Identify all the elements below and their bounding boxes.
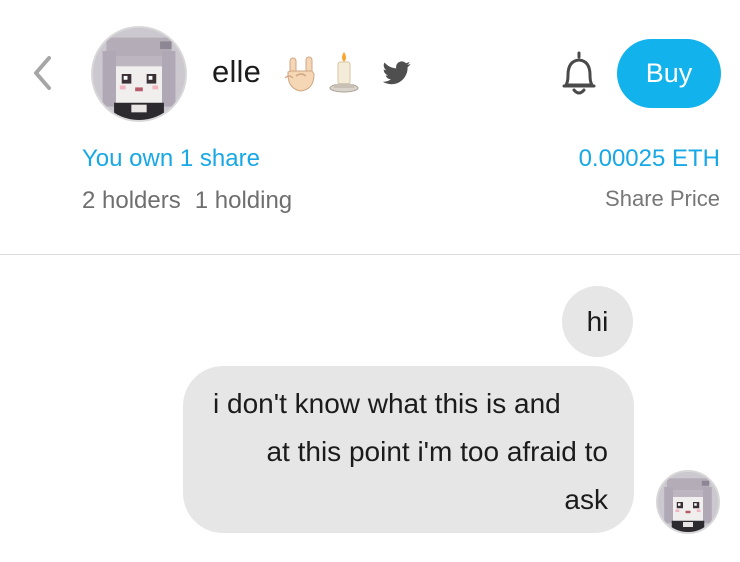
header-divider [0, 254, 740, 255]
pixel-avatar-image [93, 28, 185, 120]
buy-button[interactable]: Buy [617, 39, 721, 108]
holders-summary: 2 holders 1 holding [82, 187, 292, 215]
holding-count[interactable]: 1 holding [195, 187, 292, 214]
pixel-avatar-image [658, 472, 718, 532]
back-chevron-icon[interactable] [24, 50, 64, 96]
twitter-icon[interactable] [383, 61, 411, 85]
message-line: at this point i'm too afraid to [266, 436, 608, 467]
message-bubble[interactable]: i don't know what this is and at this po… [183, 366, 634, 533]
username: elle [212, 54, 262, 89]
candle-emoji [329, 52, 359, 93]
message-line: ask [564, 484, 608, 515]
holders-count[interactable]: 2 holders [82, 187, 181, 214]
message-bubble[interactable]: hi [562, 286, 633, 357]
share-price-value: 0.00025 ETH [578, 145, 720, 172]
share-price-label: Share Price [605, 186, 720, 211]
sender-avatar[interactable] [656, 470, 720, 534]
owned-shares-text: You own 1 share [82, 145, 260, 172]
message-text: hi [586, 305, 609, 337]
profile-avatar[interactable] [91, 26, 187, 122]
bell-icon[interactable] [558, 49, 600, 99]
message-line: i don't know what this is and [213, 388, 561, 419]
sign-of-the-horns-emoji [284, 56, 315, 92]
